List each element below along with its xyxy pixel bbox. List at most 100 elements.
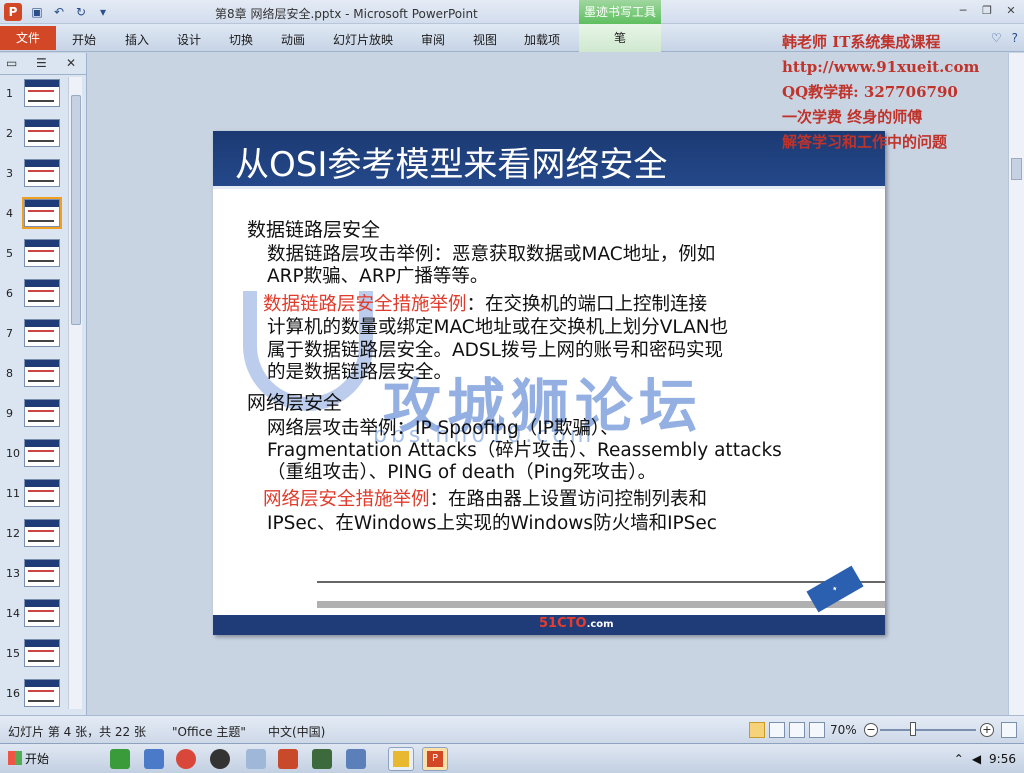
slide-thumbnail[interactable]: [22, 197, 62, 229]
dl-attack-line[interactable]: ARP欺骗、ARP广播等等。: [267, 266, 488, 288]
taskbar-explorer-app[interactable]: [388, 747, 414, 771]
slides-tab-icon[interactable]: ▭: [6, 56, 17, 70]
customize-qat-icon[interactable]: ▾: [94, 3, 112, 21]
footer-logo: 51CTO.com: [539, 616, 614, 631]
zoom-out-button[interactable]: −: [864, 723, 878, 737]
slide-thumbnail[interactable]: [24, 399, 60, 427]
slide-thumbnail[interactable]: [24, 639, 60, 667]
dl-heading[interactable]: 数据链路层安全: [247, 215, 380, 242]
thumbnail-content: [28, 690, 54, 702]
network-icon[interactable]: [144, 749, 164, 769]
nl-attack-line[interactable]: （重组攻击）、PING of death（Ping死攻击）。: [267, 462, 656, 484]
tab-transitions[interactable]: 切换: [229, 31, 253, 48]
zoom-slider-knob[interactable]: [910, 722, 916, 736]
slide-sorter-view-button[interactable]: [769, 722, 785, 738]
close-icon[interactable]: ✕: [1002, 3, 1020, 19]
language-indicator[interactable]: 中文(中国): [268, 723, 325, 740]
slide-thumbnail[interactable]: [24, 279, 60, 307]
tab-review[interactable]: 审阅: [421, 31, 445, 48]
slide-number: 16: [6, 687, 20, 700]
start-button[interactable]: 开始: [2, 748, 55, 770]
slide-number: 1: [6, 87, 13, 100]
fit-to-window-button[interactable]: [1001, 722, 1017, 738]
slide-thumbnail[interactable]: [24, 319, 60, 347]
slide-title[interactable]: 从OSI参考模型来看网络安全: [235, 137, 667, 186]
thumbnail-content: [28, 530, 54, 542]
windows-taskbar: 开始 P ⌃ ◀ 9:56: [0, 743, 1024, 773]
thumbnail-content: [28, 250, 54, 262]
slide-thumbnail[interactable]: [24, 119, 60, 147]
save-icon[interactable]: ▣: [28, 3, 46, 21]
slide-thumbnail[interactable]: [24, 79, 60, 107]
tab-slideshow[interactable]: 幻灯片放映: [333, 31, 393, 48]
tab-addins[interactable]: 加载项: [524, 31, 560, 48]
tab-view[interactable]: 视图: [473, 31, 497, 48]
powerpoint-taskbar-icon: P: [427, 751, 443, 767]
nl-heading[interactable]: 网络层安全: [247, 388, 342, 415]
dl-measure-line[interactable]: 属于数据链路层安全。ADSL拨号上网的账号和密码实现: [267, 340, 723, 362]
slides-panel-scrollbar[interactable]: [68, 77, 82, 709]
reading-view-button[interactable]: [789, 722, 805, 738]
thumbnail-header: [25, 520, 59, 527]
ie-browser-icon[interactable]: [110, 749, 130, 769]
notepad-icon[interactable]: [246, 749, 266, 769]
remote-desktop-icon[interactable]: [346, 749, 366, 769]
tab-design[interactable]: 设计: [177, 31, 201, 48]
terminal-icon[interactable]: [312, 749, 332, 769]
slide-scrollbar[interactable]: [1008, 53, 1024, 715]
zoom-level[interactable]: 70%: [830, 723, 857, 737]
redo-icon[interactable]: ↻: [72, 3, 90, 21]
nl-measure-line[interactable]: IPSec、在Windows上实现的Windows防火墙和IPSec: [267, 513, 717, 535]
scroll-thumb[interactable]: [1011, 158, 1022, 180]
slide-thumbnail[interactable]: [24, 559, 60, 587]
nl-attack-line[interactable]: 网络层攻击举例：IP Spoofing（IP欺骗）、: [267, 418, 619, 440]
paint-icon[interactable]: [278, 749, 298, 769]
outline-tab-icon[interactable]: ☰: [36, 56, 47, 70]
expand-ribbon-icon[interactable]: ♡: [991, 31, 1002, 45]
slide-thumbnail[interactable]: [24, 599, 60, 627]
slideshow-view-button[interactable]: [809, 722, 825, 738]
zoom-slider[interactable]: [880, 729, 976, 731]
qq-icon[interactable]: [210, 749, 230, 769]
slide-number: 7: [6, 327, 13, 340]
powerpoint-icon[interactable]: P: [4, 3, 22, 21]
help-icon[interactable]: ?: [1012, 31, 1018, 45]
scroll-thumb[interactable]: [71, 95, 81, 325]
slide-thumbnail[interactable]: [24, 159, 60, 187]
zoom-in-button[interactable]: +: [980, 723, 994, 737]
slide-thumbnail[interactable]: [24, 439, 60, 467]
close-panel-icon[interactable]: ✕: [66, 56, 76, 70]
chrome-icon[interactable]: [176, 749, 196, 769]
nl-attack-line[interactable]: Fragmentation Attacks（碎片攻击）、Reassembly a…: [267, 440, 782, 462]
taskbar-powerpoint-app[interactable]: P: [422, 747, 448, 771]
slide-thumbnail[interactable]: [24, 239, 60, 267]
slide-canvas[interactable]: 从OSI参考模型来看网络安全 攻城狮论坛 bbs.hh010.com 数据链路层…: [213, 131, 885, 635]
normal-view-button[interactable]: [749, 722, 765, 738]
footer-logo-text: 51CTO: [539, 616, 587, 631]
status-bar: 幻灯片 第 4 张，共 22 张 "Office 主题" 中文(中国) 70% …: [0, 715, 1024, 743]
tab-insert[interactable]: 插入: [125, 31, 149, 48]
slide-thumbnail[interactable]: [24, 479, 60, 507]
slide-thumbnail[interactable]: [24, 679, 60, 707]
volume-icon[interactable]: ◀: [972, 752, 981, 766]
slide-thumbnail[interactable]: [24, 359, 60, 387]
nl-measure-line[interactable]: 网络层安全措施举例：在路由器上设置访问控制列表和: [263, 489, 707, 511]
theme-name[interactable]: "Office 主题": [172, 723, 246, 740]
tray-expand-icon[interactable]: ⌃: [954, 752, 964, 766]
thumbnail-content: [28, 330, 54, 342]
dl-measure-line[interactable]: 计算机的数量或绑定MAC地址或在交换机上划分VLAN也: [267, 317, 728, 339]
undo-icon[interactable]: ↶: [50, 3, 68, 21]
restore-icon[interactable]: ❐: [978, 3, 996, 19]
dl-measure-line[interactable]: 的是数据链路层安全。: [267, 362, 452, 384]
thumbnail-content: [28, 450, 54, 462]
dl-attack-line[interactable]: 数据链路层攻击举例：恶意获取数据或MAC地址，例如: [267, 244, 715, 266]
tab-animations[interactable]: 动画: [281, 31, 305, 48]
minimize-icon[interactable]: ─: [954, 3, 972, 19]
slide-number: 13: [6, 567, 20, 580]
dl-measure-line[interactable]: 数据链路层安全措施举例：在交换机的端口上控制连接: [263, 294, 707, 316]
slide-thumbnail[interactable]: [24, 519, 60, 547]
tab-home[interactable]: 开始: [72, 31, 96, 48]
tab-pen[interactable]: 笔: [579, 24, 661, 52]
clock[interactable]: 9:56: [989, 752, 1016, 766]
tab-file[interactable]: 文件: [0, 26, 56, 50]
